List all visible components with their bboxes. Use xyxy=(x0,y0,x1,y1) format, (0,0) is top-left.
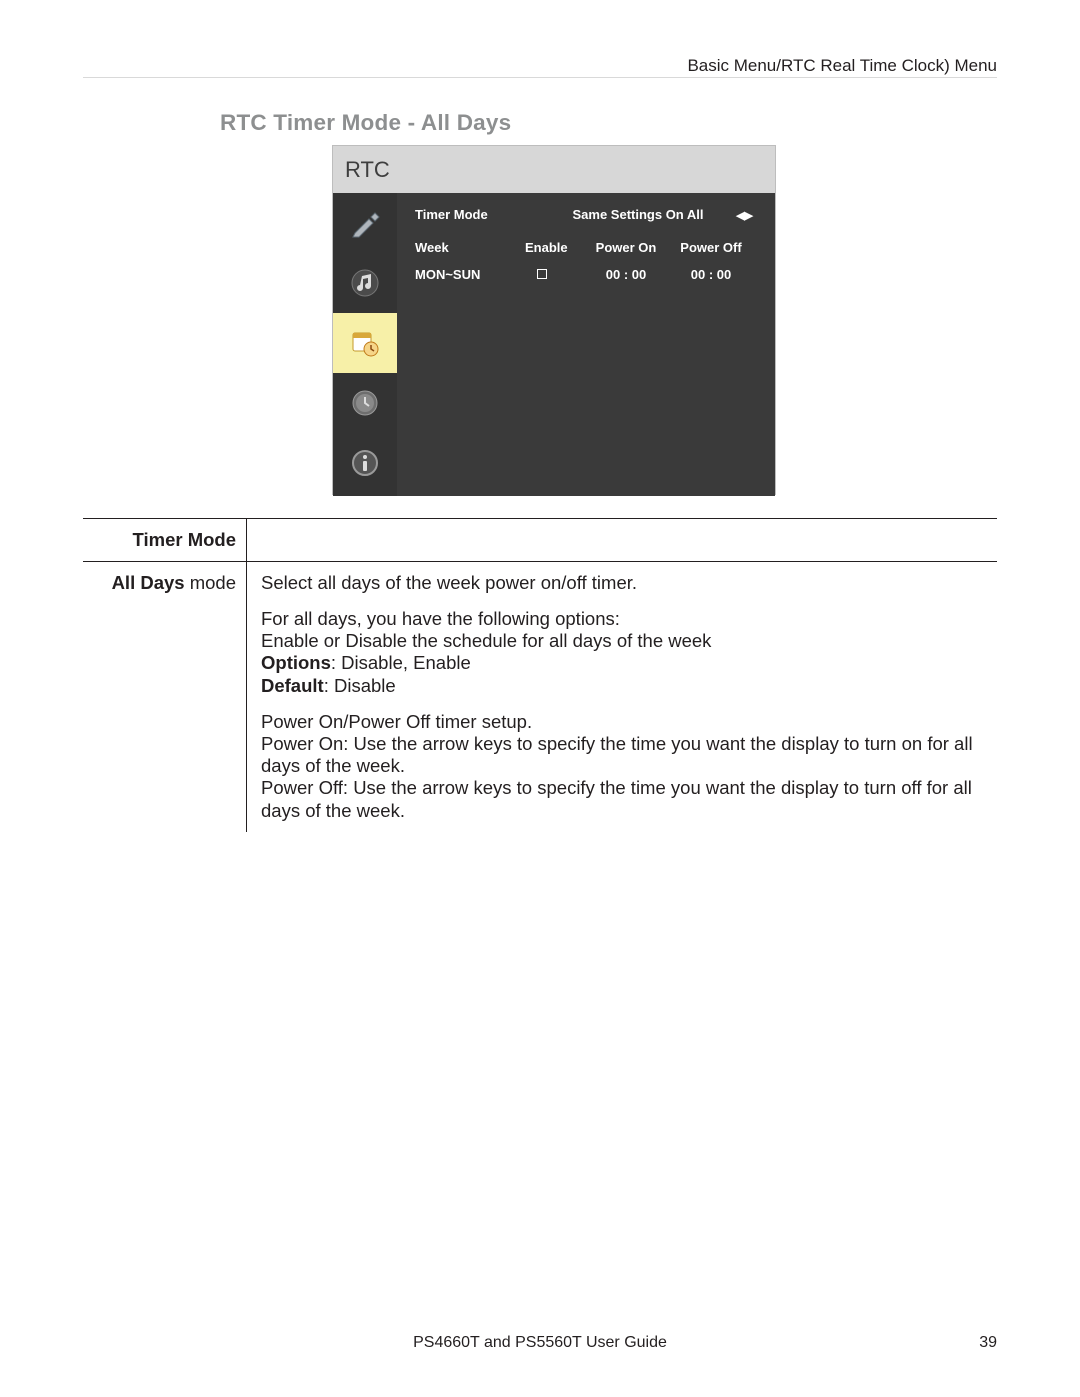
para-3: Power On/Power Off timer setup. Power On… xyxy=(261,711,997,822)
row-label-bold: All Days xyxy=(112,572,185,593)
music-icon[interactable] xyxy=(333,253,397,313)
divider xyxy=(83,77,997,78)
row-label-rest: mode xyxy=(185,572,236,593)
osd-timer-mode-value[interactable]: Same Settings On All ◀▶ xyxy=(525,207,751,222)
left-right-arrows-icon[interactable]: ◀▶ xyxy=(736,209,753,222)
osd-col-week: Week xyxy=(415,240,525,255)
p2-line1: For all days, you have the following opt… xyxy=(261,608,620,629)
page-number: 39 xyxy=(979,1334,997,1352)
osd-power-off-time[interactable]: 00 : 00 xyxy=(671,267,751,282)
table-header-row: Timer Mode xyxy=(83,519,997,562)
description-table: Timer Mode All Days mode Select all days… xyxy=(83,518,997,832)
p2-default-value: : Disable xyxy=(324,675,396,696)
table-row: All Days mode Select all days of the wee… xyxy=(83,562,997,832)
footer-title: PS4660T and PS5560T User Guide xyxy=(0,1334,1080,1352)
osd-row-week: MON~SUN xyxy=(415,267,525,282)
osd-nav xyxy=(333,193,397,496)
para-2: For all days, you have the following opt… xyxy=(261,608,997,697)
osd-col-power-off: Power Off xyxy=(671,240,751,255)
osd-content: Timer Mode Same Settings On All ◀▶ Week … xyxy=(397,193,775,496)
p2-options-values: : Disable, Enable xyxy=(331,652,471,673)
osd-enable-checkbox[interactable] xyxy=(537,269,547,279)
osd-timer-mode-label: Timer Mode xyxy=(415,207,525,222)
osd-panel: RTC T xyxy=(332,145,776,495)
p2-options-label: Options xyxy=(261,652,331,673)
row-label: All Days mode xyxy=(83,562,247,832)
brush-icon[interactable] xyxy=(333,193,397,253)
osd-title: RTC xyxy=(345,157,390,183)
clock-icon[interactable] xyxy=(333,373,397,433)
row-body: Select all days of the week power on/off… xyxy=(247,562,997,832)
p3-line2: Power On: Use the arrow keys to specify … xyxy=(261,733,973,776)
p2-default-label: Default xyxy=(261,675,324,696)
info-icon[interactable] xyxy=(333,433,397,493)
p2-line2: Enable or Disable the schedule for all d… xyxy=(261,630,711,651)
osd-col-enable: Enable xyxy=(525,240,581,255)
osd-col-power-on: Power On xyxy=(581,240,671,255)
p3-line1: Power On/Power Off timer setup. xyxy=(261,711,532,732)
breadcrumb: Basic Menu/RTC Real Time Clock) Menu xyxy=(687,56,997,76)
table-header-right xyxy=(247,519,997,561)
osd-titlebar: RTC xyxy=(333,146,775,193)
osd-timer-mode-value-text: Same Settings On All xyxy=(573,207,704,222)
section-heading: RTC Timer Mode - All Days xyxy=(220,110,511,136)
calendar-clock-icon[interactable] xyxy=(333,313,397,373)
table-header-left: Timer Mode xyxy=(83,519,247,561)
osd-power-on-time[interactable]: 00 : 00 xyxy=(581,267,671,282)
osd-enable-checkbox-cell xyxy=(525,267,581,282)
p3-line3: Power Off: Use the arrow keys to specify… xyxy=(261,777,972,820)
para-1: Select all days of the week power on/off… xyxy=(261,572,997,594)
